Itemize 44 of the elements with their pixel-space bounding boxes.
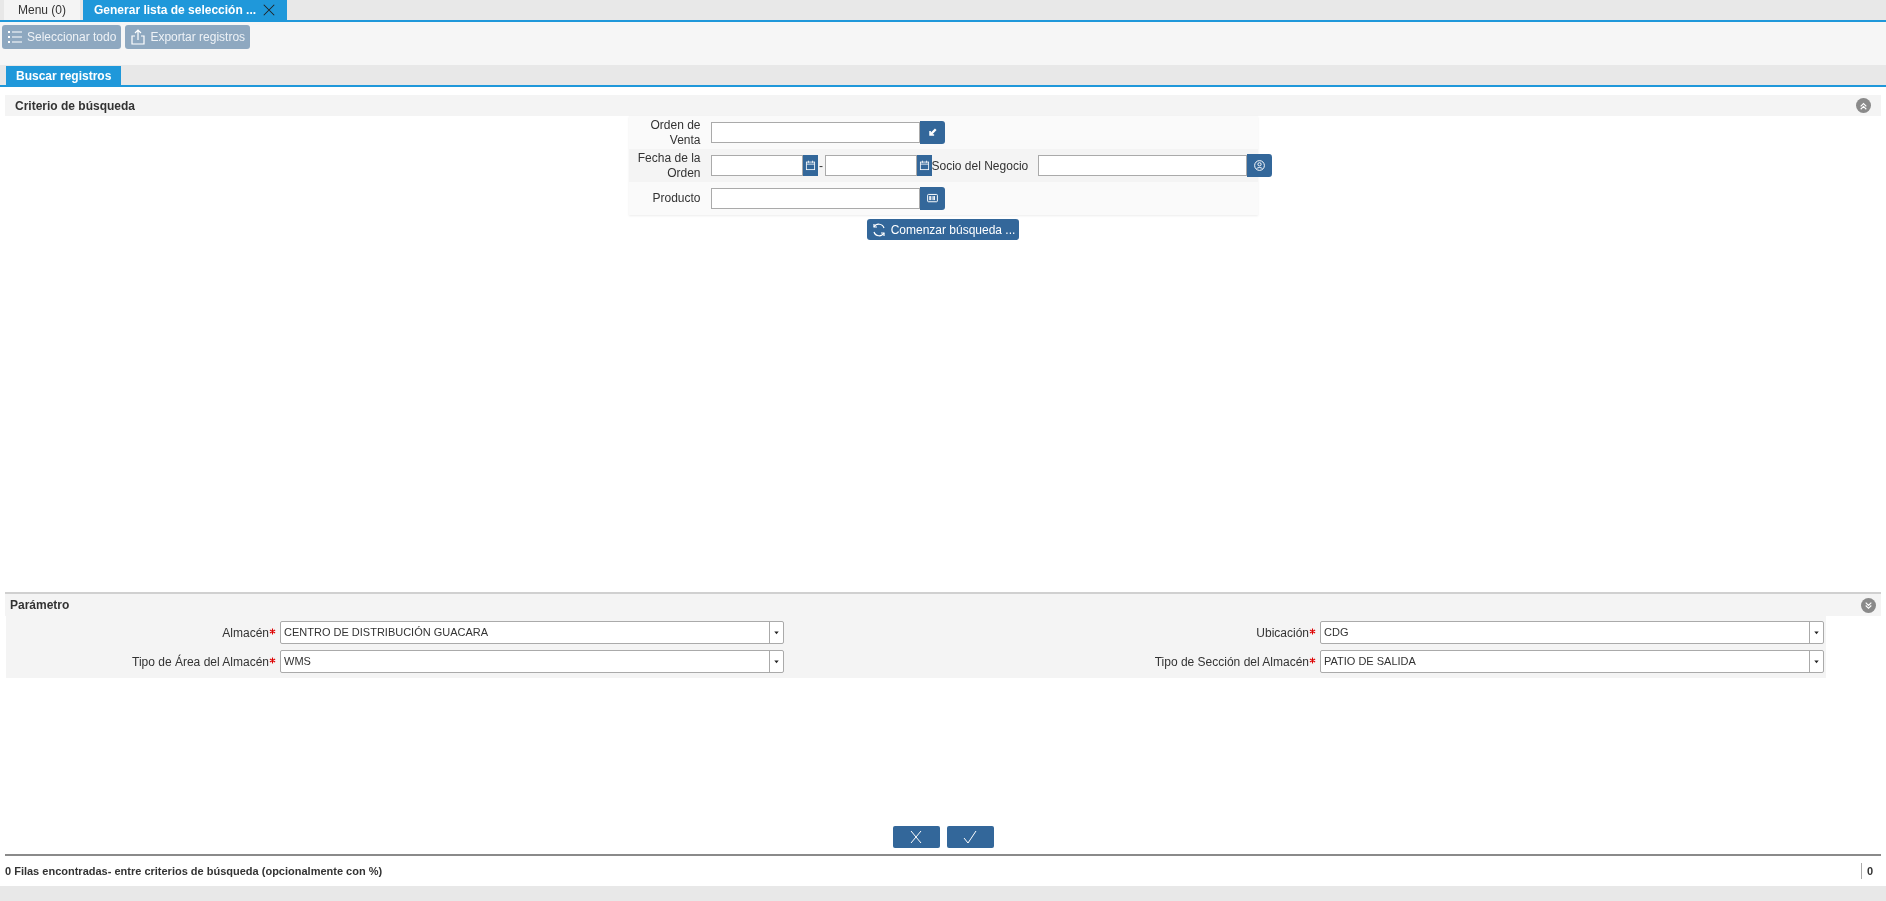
field-label: Fecha de la Orden xyxy=(636,150,701,181)
lookup-button[interactable] xyxy=(919,187,945,210)
person-icon xyxy=(1253,159,1267,172)
field-label: Socio del Negocio xyxy=(931,157,1029,175)
field-label: Producto xyxy=(651,191,701,206)
dropdown[interactable]: WMS xyxy=(280,650,784,673)
checkmark-icon xyxy=(961,829,979,845)
dropdown[interactable]: CDG xyxy=(1320,621,1824,644)
input-field[interactable] xyxy=(1038,155,1248,176)
caret-icon xyxy=(772,657,781,666)
lookup-button[interactable] xyxy=(919,121,945,144)
expand-icon[interactable] xyxy=(1861,597,1876,613)
caret-icon xyxy=(1812,657,1821,666)
refresh-icon xyxy=(870,221,887,238)
caret-icon xyxy=(1812,628,1821,637)
status-message: 0 Filas encontradas- entre criterios de búsqueda (opcionalmente con %) xyxy=(5,863,383,879)
lookup-button[interactable] xyxy=(1247,154,1273,177)
section-title: Parámetro xyxy=(10,597,70,614)
dropdown[interactable]: CENTRO DE DISTRIBUCIÓN GUACARA xyxy=(280,621,784,644)
row-count: 0 xyxy=(1860,862,1881,880)
input-field[interactable] xyxy=(710,122,920,143)
date-field[interactable] xyxy=(710,155,803,176)
field-label: Almacén xyxy=(221,624,269,642)
section-title: Criterio de búsqueda xyxy=(15,97,136,115)
caret-icon xyxy=(772,628,781,637)
calendar-icon xyxy=(918,160,930,171)
list-icon xyxy=(7,29,23,45)
field-label: Tipo de Área del Almacén xyxy=(131,653,269,671)
collapse-icon[interactable] xyxy=(1856,98,1871,113)
cancel-button[interactable] xyxy=(892,826,940,848)
upload-icon xyxy=(130,29,147,45)
dropdown[interactable]: PATIO DE SALIDA xyxy=(1320,650,1824,673)
date-field[interactable] xyxy=(824,155,917,176)
field-label: Ubicación xyxy=(1255,624,1309,642)
range-separator: - xyxy=(818,157,824,175)
field-label: Orden de Venta xyxy=(649,117,701,148)
search-button[interactable]: Comenzar búsqueda ... xyxy=(867,219,1019,240)
product-icon xyxy=(925,192,939,205)
tab[interactable]: Menu (0) xyxy=(4,0,81,20)
calendar-icon xyxy=(804,160,816,171)
input-field[interactable] xyxy=(710,188,920,209)
field-label: Tipo de Sección del Almacén xyxy=(1153,653,1309,671)
close-icon[interactable] xyxy=(262,3,277,17)
ok-button[interactable] xyxy=(946,826,994,848)
